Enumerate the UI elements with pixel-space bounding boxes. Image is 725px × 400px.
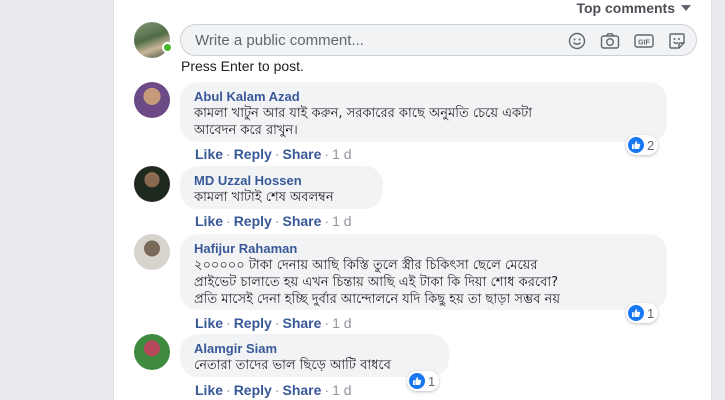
reply-link[interactable]: Reply bbox=[234, 315, 272, 331]
share-link[interactable]: Share bbox=[282, 382, 321, 398]
separator-dot: · bbox=[274, 315, 280, 331]
comment-author[interactable]: Hafijur Rahaman bbox=[194, 241, 653, 257]
comment-text-line: কামলা খাটাই শেষ অবলম্বন bbox=[194, 190, 334, 205]
like-link[interactable]: Like bbox=[195, 146, 223, 162]
emoji-icon[interactable] bbox=[568, 32, 586, 50]
comment-text-line: প্রাইভেট চালাতে হয় এখন চিন্তায় আছি এই … bbox=[194, 275, 559, 290]
comment-input[interactable] bbox=[195, 31, 535, 49]
share-link[interactable]: Share bbox=[282, 213, 321, 229]
comment-text-line: নেতারা তাদের ভাল ছিড়ে আটি বাধবে bbox=[194, 358, 391, 373]
separator-dot: · bbox=[324, 213, 330, 229]
caret-down-icon bbox=[681, 5, 691, 11]
like-link[interactable]: Like bbox=[195, 315, 223, 331]
avatar[interactable] bbox=[134, 82, 170, 118]
comment-author[interactable]: MD Uzzal Hossen bbox=[194, 173, 369, 189]
comment-sort-dropdown[interactable]: Top comments bbox=[576, 0, 691, 16]
sticker-icon[interactable] bbox=[668, 32, 686, 50]
comment-input-box[interactable]: GIF bbox=[180, 24, 697, 56]
comment-sort-label: Top comments bbox=[576, 0, 675, 16]
camera-icon[interactable] bbox=[600, 32, 620, 50]
comment-timestamp[interactable]: 1 d bbox=[332, 146, 351, 162]
comment-text-line: আবেদন করে রাখুন। bbox=[194, 123, 298, 138]
comment-composer: GIF bbox=[134, 22, 699, 58]
comment-author[interactable]: Abul Kalam Azad bbox=[194, 89, 653, 105]
reaction-number: 2 bbox=[647, 137, 655, 153]
comment-bubble: MD Uzzal Hossen কামলা খাটাই শেষ অবলম্বন bbox=[180, 166, 383, 209]
reply-link[interactable]: Reply bbox=[234, 146, 272, 162]
like-link[interactable]: Like bbox=[195, 213, 223, 229]
comment-bubble: Abul Kalam Azad কামলা খাটুন আর যাই করুন,… bbox=[180, 82, 667, 142]
separator-dot: · bbox=[226, 315, 231, 331]
online-status-indicator bbox=[162, 42, 173, 53]
separator-dot: · bbox=[274, 213, 280, 229]
comment-bubble: Alamgir Siam নেতারা তাদের ভাল ছিড়ে আটি … bbox=[180, 334, 449, 377]
comment-actions: Like · Reply · Share · 1 d bbox=[195, 146, 352, 162]
separator-dot: · bbox=[274, 382, 280, 398]
avatar[interactable] bbox=[134, 166, 170, 202]
comment-actions: Like · Reply · Share · 1 d bbox=[195, 382, 352, 398]
reply-link[interactable]: Reply bbox=[234, 382, 272, 398]
reply-link[interactable]: Reply bbox=[234, 213, 272, 229]
reaction-count[interactable]: 1 bbox=[626, 303, 659, 323]
separator-dot: · bbox=[324, 146, 330, 162]
reaction-count[interactable]: 2 bbox=[626, 135, 659, 155]
gif-icon[interactable]: GIF bbox=[634, 32, 654, 50]
separator-dot: · bbox=[226, 213, 231, 229]
reaction-number: 1 bbox=[647, 305, 655, 321]
comment-text-line: প্রতি মাসেই দেনা হচ্ছি দুর্বার আন্দোলনে … bbox=[194, 292, 561, 307]
like-reaction-icon bbox=[628, 137, 644, 153]
separator-dot: · bbox=[324, 382, 330, 398]
share-link[interactable]: Share bbox=[282, 146, 321, 162]
comments-panel: Top comments GIF Press Ent bbox=[113, 0, 712, 400]
comment-bubble: Hafijur Rahaman ২০০০০০ টাকা দেনায় আছি ক… bbox=[180, 234, 667, 310]
reaction-count[interactable]: 1 bbox=[407, 371, 440, 391]
separator-dot: · bbox=[324, 315, 330, 331]
separator-dot: · bbox=[274, 146, 280, 162]
comment-timestamp[interactable]: 1 d bbox=[332, 382, 351, 398]
comment-actions: Like · Reply · Share · 1 d bbox=[195, 213, 352, 229]
comment-author[interactable]: Alamgir Siam bbox=[194, 341, 435, 357]
press-enter-hint: Press Enter to post. bbox=[181, 58, 304, 74]
like-reaction-icon bbox=[628, 305, 644, 321]
reaction-number: 1 bbox=[428, 373, 436, 389]
comment-timestamp[interactable]: 1 d bbox=[332, 213, 351, 229]
avatar[interactable] bbox=[134, 334, 170, 370]
svg-text:GIF: GIF bbox=[638, 40, 650, 47]
like-link[interactable]: Like bbox=[195, 382, 223, 398]
share-link[interactable]: Share bbox=[282, 315, 321, 331]
comment-actions: Like · Reply · Share · 1 d bbox=[195, 315, 352, 331]
comment-text-line: ২০০০০০ টাকা দেনায় আছি কিস্তি তুলে স্ত্র… bbox=[194, 258, 538, 273]
comment-text-line: কামলা খাটুন আর যাই করুন, সরকারের কাছে অন… bbox=[194, 106, 532, 121]
separator-dot: · bbox=[226, 382, 231, 398]
comment-timestamp[interactable]: 1 d bbox=[332, 315, 351, 331]
like-reaction-icon bbox=[409, 373, 425, 389]
separator-dot: · bbox=[226, 146, 231, 162]
avatar[interactable] bbox=[134, 234, 170, 270]
